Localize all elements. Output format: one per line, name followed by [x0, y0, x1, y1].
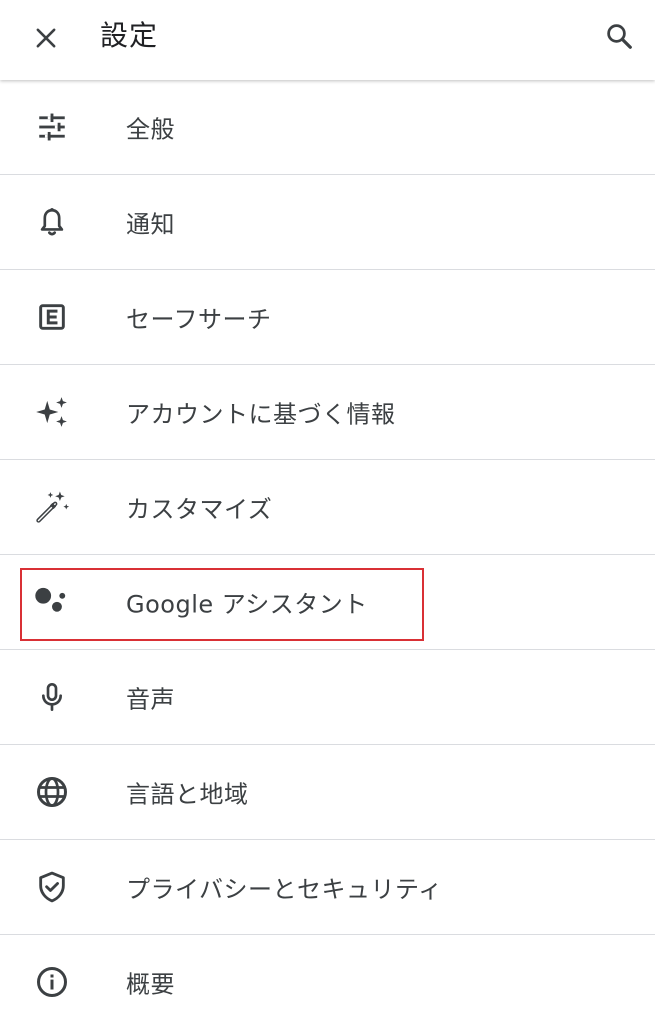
- settings-list: 全般 通知 セーフサーチ アカウントに基づく情報 カスタマイズ Google ア…: [0, 80, 655, 1029]
- settings-item-safesearch[interactable]: セーフサーチ: [0, 270, 655, 365]
- settings-item-label: 言語と地域: [126, 780, 249, 809]
- info-icon: [30, 960, 74, 1004]
- tune-icon: [30, 105, 74, 149]
- page-title: 設定: [100, 19, 159, 52]
- app-bar: 設定: [0, 0, 655, 80]
- search-icon: [604, 21, 634, 51]
- shield-check-icon: [30, 865, 74, 909]
- settings-item-privacy-security[interactable]: プライバシーとセキュリティ: [0, 840, 655, 935]
- settings-item-account-info[interactable]: アカウントに基づく情報: [0, 365, 655, 460]
- settings-item-general[interactable]: 全般: [0, 80, 655, 175]
- settings-item-label: プライバシーとセキュリティ: [126, 875, 443, 904]
- settings-item-label: 全般: [126, 115, 175, 144]
- settings-item-label: セーフサーチ: [126, 305, 272, 334]
- settings-item-customize[interactable]: カスタマイズ: [0, 460, 655, 555]
- settings-item-notifications[interactable]: 通知: [0, 175, 655, 270]
- magic-wand-icon: [30, 485, 74, 529]
- settings-item-google-assistant[interactable]: Google アシスタント: [0, 555, 655, 650]
- settings-item-voice[interactable]: 音声: [0, 650, 655, 745]
- settings-item-language-region[interactable]: 言語と地域: [0, 745, 655, 840]
- globe-icon: [30, 770, 74, 814]
- settings-item-about[interactable]: 概要: [0, 935, 655, 1029]
- bell-icon: [30, 200, 74, 244]
- search-button[interactable]: [595, 12, 643, 60]
- settings-item-label: 音声: [126, 685, 175, 714]
- close-icon: [32, 24, 60, 52]
- close-button[interactable]: [24, 16, 68, 60]
- google-assistant-icon: [30, 580, 74, 624]
- settings-item-label: カスタマイズ: [126, 495, 273, 524]
- microphone-icon: [30, 675, 74, 719]
- explicit-icon: [30, 295, 74, 339]
- settings-item-label: Google アシスタント: [126, 590, 368, 619]
- settings-item-label: 概要: [126, 970, 175, 999]
- settings-item-label: 通知: [126, 210, 175, 239]
- sparkle-icon: [30, 390, 74, 434]
- settings-item-label: アカウントに基づく情報: [126, 400, 396, 429]
